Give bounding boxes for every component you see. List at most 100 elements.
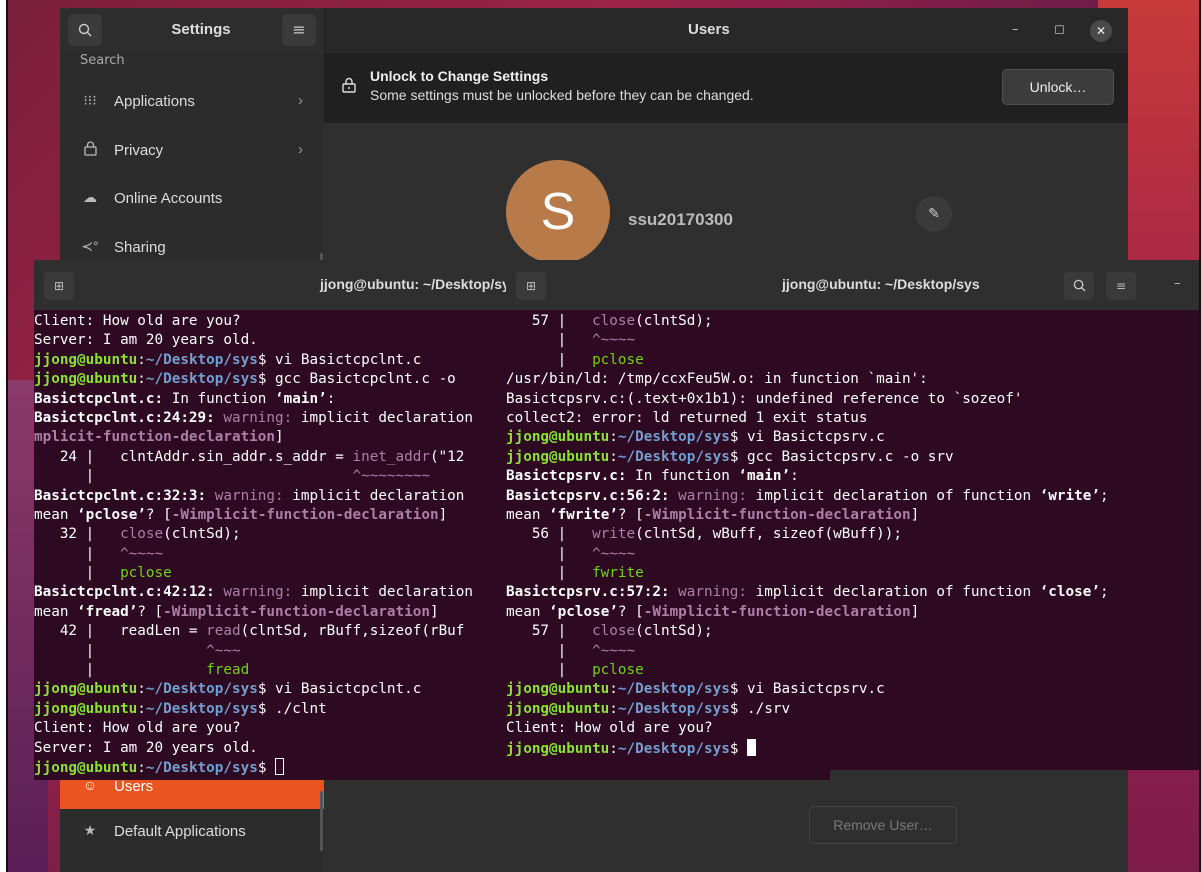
terminal-text: collect2: error: ld returned 1 exit stat…: [506, 409, 868, 426]
terminal-line: mean ‘fread’? [-Wimplicit-function-decla…: [34, 603, 473, 622]
terminal-text: read: [206, 623, 241, 640]
terminal-line: | ^~~~~: [506, 545, 1109, 564]
terminal-text: ]: [275, 429, 284, 446]
terminal-text: Basictcpsrv.c:57:2:: [506, 584, 670, 601]
sidebar-item-privacy[interactable]: Privacy ›: [60, 129, 324, 173]
terminal-text: mean: [506, 506, 550, 523]
terminal-text: ? [: [137, 603, 164, 620]
terminal-text: Basictcpsrv.c:56:2:: [506, 487, 670, 504]
terminal-title: jjong@ubuntu: ~/Desktop/sys: [782, 276, 980, 292]
terminal-text: :: [609, 740, 618, 757]
terminal-text: jjong@ubuntu: [506, 700, 610, 717]
sidebar-item-online-accounts[interactable]: ☁ Online Accounts: [60, 177, 324, 221]
avatar[interactable]: S: [506, 160, 610, 264]
terminal-output[interactable]: Client: How old are you? Server: I am 20 …: [34, 312, 473, 777]
terminal-line: collect2: error: ld returned 1 exit stat…: [506, 409, 1109, 428]
terminal-text: $: [257, 759, 276, 776]
unlock-button[interactable]: Unlock…: [1002, 69, 1114, 105]
terminal-text: ‘fwrite’: [549, 506, 618, 523]
terminal-text: Basictcpclnt.c:24:29:: [34, 409, 215, 426]
terminal-text: 57 |: [506, 623, 593, 640]
terminal-text: ^~~~~: [592, 332, 636, 349]
menu-button[interactable]: ≡: [1106, 272, 1136, 300]
terminal-text: implicit declaration: [292, 584, 474, 601]
terminal-line: | ^~~~~: [506, 642, 1109, 661]
terminal-text: ~/Desktop/sys: [145, 700, 258, 717]
terminal-text: ~/Desktop/sys: [145, 759, 258, 776]
maximize-button[interactable]: ◻: [1054, 22, 1065, 37]
terminal-text: :: [609, 681, 618, 698]
terminal-output[interactable]: 57 | close(clntSd); | ^~~~~ | pclose/usr…: [506, 312, 1109, 758]
terminal-text: mean: [34, 603, 78, 620]
terminal-text: warning:: [223, 409, 293, 426]
terminal-line: | ^~~~~: [34, 545, 473, 564]
terminal-text: $ ./clnt: [257, 700, 327, 717]
terminal-text: jjong@ubuntu: [34, 351, 138, 368]
terminal-line: | ^~~~: [34, 642, 473, 661]
edit-username-button[interactable]: ✎: [916, 196, 952, 232]
terminal-text: -Wimplicit-function-declaration: [163, 603, 430, 620]
terminal-text: (clntSd);: [635, 623, 713, 640]
terminal-text: ‘pclose’: [549, 603, 618, 620]
terminal-text: 56 |: [506, 526, 593, 543]
new-tab-button[interactable]: ⊞: [516, 272, 546, 300]
username-label: ssu20170300: [628, 210, 733, 229]
terminal-text: ]: [429, 603, 439, 620]
terminal-text: (clntSd);: [163, 526, 241, 543]
terminal-line: Basictcpsrv.c:56:2: warning: implicit de…: [506, 487, 1109, 506]
terminal-text: pclose: [592, 351, 644, 368]
terminal-text: warning:: [223, 584, 293, 601]
terminal-text: :: [609, 700, 618, 717]
pencil-icon: ✎: [928, 206, 940, 222]
sidebar-item-label: Applications: [114, 93, 195, 110]
sidebar-item-applications[interactable]: ⁝⁝⁝ Applications ›: [60, 80, 324, 124]
menu-button[interactable]: ≡: [282, 14, 316, 46]
terminal-line: | pclose: [506, 661, 1109, 680]
minimize-button[interactable]: –: [1174, 276, 1181, 291]
terminal-line: mplicit-function-declaration]: [34, 428, 473, 447]
search-button[interactable]: [68, 14, 102, 46]
sidebar-scrollbar-lower[interactable]: [320, 791, 323, 851]
terminal-text: ~/Desktop/sys: [617, 700, 730, 717]
terminal-text: Basictcpsrv.c:(.text+0x1b1): undefined r…: [506, 390, 1023, 407]
terminal-text: jjong@ubuntu: [506, 681, 610, 698]
terminal-text: :: [137, 759, 146, 776]
terminal-text: $ vi Basictcpclnt.c: [257, 351, 422, 368]
terminal-line: mean ‘pclose’? [-Wimplicit-function-decl…: [506, 603, 1109, 622]
sidebar-item-search-partial[interactable]: Search: [80, 53, 125, 65]
sidebar-item-default-applications[interactable]: ★ Default Applications: [60, 810, 324, 854]
hamburger-icon: ≡: [292, 20, 306, 39]
hamburger-icon: ≡: [1115, 279, 1127, 293]
terminal-line: jjong@ubuntu:~/Desktop/sys$ ./srv: [506, 700, 1109, 719]
terminal-text: ~/Desktop/sys: [617, 681, 730, 698]
terminal-text: |: [506, 565, 593, 582]
terminal-text: Basictcpsrv.c:: [506, 468, 627, 485]
remove-user-button[interactable]: Remove User…: [809, 806, 957, 844]
terminal-text: (clntSd, rBuff,sizeof(rBuf: [240, 623, 465, 640]
terminal-text: -Wimplicit-function-declaration: [643, 506, 911, 523]
search-button[interactable]: [1064, 272, 1094, 300]
terminal-text: $ gcc Basictcpclnt.c -o: [257, 371, 456, 388]
minimize-button[interactable]: –: [1012, 22, 1019, 37]
terminal-text: ‘write’: [1039, 487, 1100, 504]
close-button[interactable]: ✕: [1090, 20, 1112, 42]
terminal-text: |: [506, 351, 593, 368]
terminal-text: |: [506, 332, 593, 349]
terminal-window-right[interactable]: ⊞ jjong@ubuntu: ~/Desktop/sys ≡ – 57 | c…: [506, 260, 1199, 770]
terminal-text: In function: [626, 468, 739, 485]
terminal-text: ~/Desktop/sys: [145, 351, 258, 368]
new-tab-button[interactable]: ⊞: [44, 272, 74, 300]
terminal-text: ‘close’: [1039, 584, 1100, 601]
terminal-text: ‘fread’: [77, 603, 138, 620]
terminal-line: jjong@ubuntu:~/Desktop/sys$ gcc Basictcp…: [34, 370, 473, 389]
terminal-line: mean ‘pclose’? [-Wimplicit-function-decl…: [34, 506, 473, 525]
terminal-line: jjong@ubuntu:~/Desktop/sys$ vi Basictcpc…: [34, 680, 473, 699]
terminal-text: 57 |: [506, 313, 593, 329]
terminal-text: :: [609, 429, 618, 446]
terminal-line: | ^~~~~: [506, 331, 1109, 350]
terminal-text: close: [592, 313, 636, 329]
terminal-text: Client: How old are you?: [34, 720, 241, 737]
terminal-line: jjong@ubuntu:~/Desktop/sys$ vi Basictcpc…: [34, 351, 473, 370]
terminal-text: ~/Desktop/sys: [617, 740, 730, 757]
